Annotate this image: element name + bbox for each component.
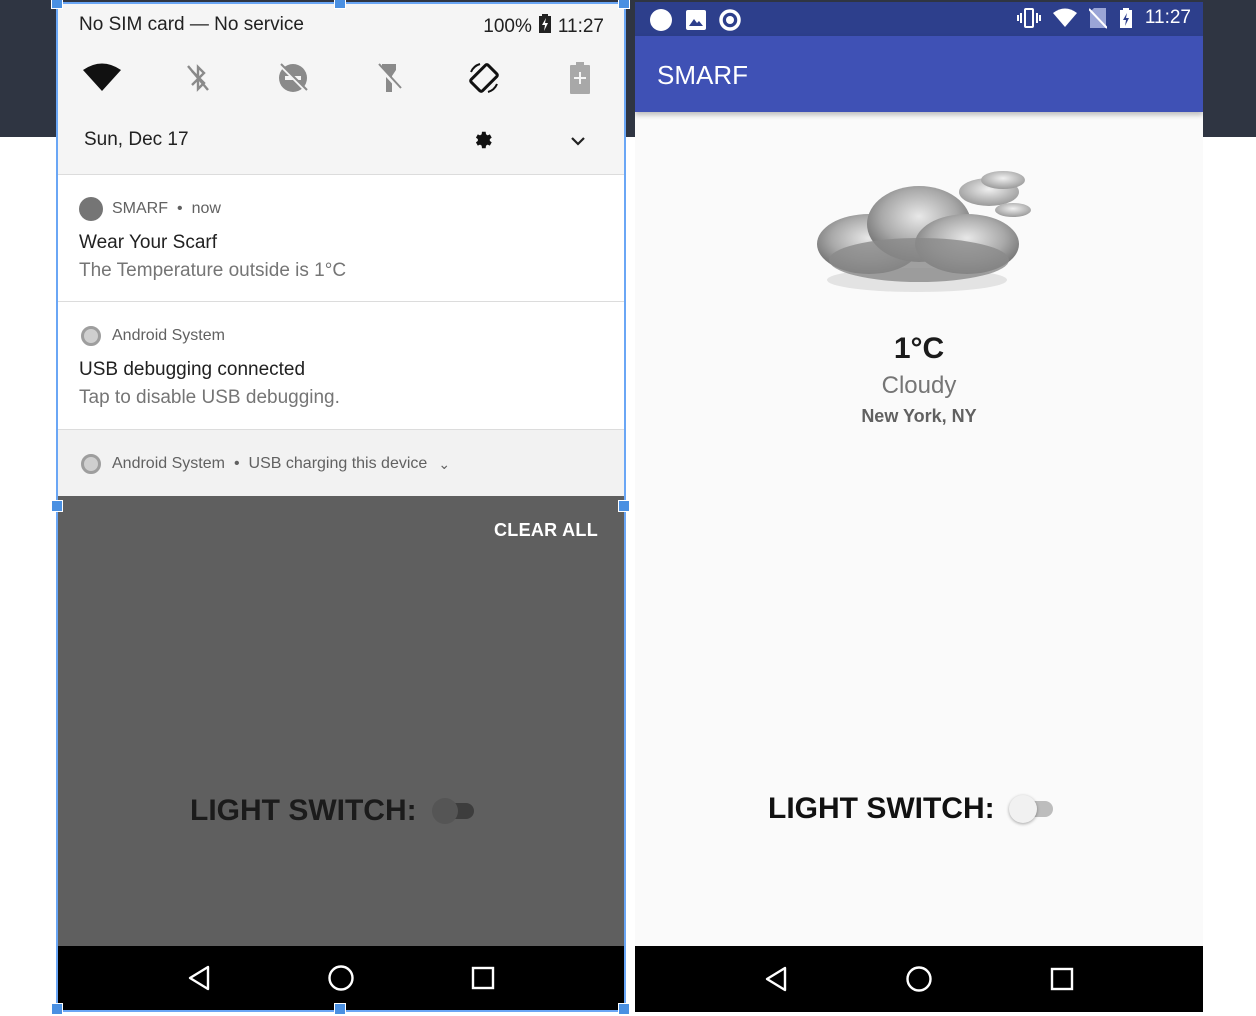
smarf-app-icon xyxy=(79,197,103,221)
expand-caret-icon[interactable]: ⌄ xyxy=(438,456,450,473)
cloudy-weather-icon xyxy=(807,152,1047,302)
quick-settings-panel: No SIM card — No service 100% 11:27 Sun,… xyxy=(58,4,624,174)
home-icon[interactable] xyxy=(903,963,935,995)
recents-icon[interactable] xyxy=(467,962,499,994)
notification-app-name: Android System xyxy=(112,455,225,472)
notification-text: The Temperature outside is 1°C xyxy=(79,260,347,281)
status-bar: 11:27 xyxy=(635,2,1203,36)
resize-handle[interactable] xyxy=(51,500,63,512)
notification-app-name: SMARF xyxy=(112,200,168,217)
notification-usb-charging[interactable]: Android System • USB charging this devic… xyxy=(58,429,624,496)
resize-handle[interactable] xyxy=(51,0,63,9)
notification-summary: USB charging this device xyxy=(248,455,428,472)
notification-smarf[interactable]: SMARF • now Wear Your Scarf The Temperat… xyxy=(58,174,624,301)
gear-icon[interactable] xyxy=(472,129,498,155)
date-label: Sun, Dec 17 xyxy=(84,129,189,150)
resize-handle[interactable] xyxy=(51,1003,63,1015)
vibrate-icon xyxy=(1016,8,1041,28)
notification-dot-icon xyxy=(650,9,672,31)
light-switch-toggle[interactable] xyxy=(1009,795,1055,823)
resize-handle[interactable] xyxy=(618,0,630,9)
separator-dot: • xyxy=(177,200,183,217)
separator-dot: • xyxy=(233,455,240,472)
no-sim-icon xyxy=(1088,8,1107,29)
battery-charging-icon xyxy=(1119,8,1132,28)
notification-time: now xyxy=(191,200,221,217)
temperature-label: 1°C xyxy=(893,332,945,365)
status-time: 11:27 xyxy=(557,16,604,37)
resize-handle[interactable] xyxy=(618,500,630,512)
status-time: 11:27 xyxy=(1144,7,1191,28)
notification-title: Wear Your Scarf xyxy=(79,232,218,253)
back-icon[interactable] xyxy=(183,962,215,994)
toggle-thumb xyxy=(432,798,458,824)
clear-all-button[interactable]: CLEAR ALL xyxy=(494,520,598,541)
app-title: SMARF xyxy=(657,60,748,90)
home-icon[interactable] xyxy=(325,962,357,994)
navigation-bar xyxy=(58,946,624,1010)
wifi-icon[interactable] xyxy=(80,58,124,98)
notification-text: Tap to disable USB debugging. xyxy=(79,387,340,408)
city-label: New York, NY xyxy=(861,406,977,426)
recents-icon[interactable] xyxy=(1046,963,1078,995)
smarf-app-screen: 11:27 SMARF 1°C Cloudy New York, NY LIGH… xyxy=(635,2,1203,1012)
auto-rotate-icon[interactable] xyxy=(462,58,506,98)
light-switch-label: LIGHT SWITCH: xyxy=(768,792,995,825)
bluetooth-off-icon[interactable] xyxy=(176,58,220,98)
quick-settings-tiles xyxy=(80,58,602,98)
app-bar: SMARF xyxy=(635,36,1203,112)
resize-handle[interactable] xyxy=(334,1003,346,1015)
back-icon[interactable] xyxy=(760,963,792,995)
notification-title: USB debugging connected xyxy=(79,359,306,380)
flashlight-off-icon[interactable] xyxy=(367,58,411,98)
condition-label: Cloudy xyxy=(881,372,957,399)
light-switch-toggle[interactable] xyxy=(432,797,476,824)
sync-ring-icon xyxy=(719,9,741,31)
carrier-status: No SIM card — No service xyxy=(79,14,304,35)
light-switch-label: LIGHT SWITCH: xyxy=(190,794,417,827)
image-icon xyxy=(686,10,706,30)
battery-percent: 100% xyxy=(483,16,532,37)
android-system-icon xyxy=(81,326,101,346)
toggle-thumb xyxy=(1009,795,1037,823)
resize-handle[interactable] xyxy=(334,0,346,9)
battery-saver-icon[interactable] xyxy=(558,58,602,98)
chevron-down-icon[interactable] xyxy=(568,131,592,155)
notification-shade-screen: No SIM card — No service 100% 11:27 Sun,… xyxy=(58,4,624,1010)
do-not-disturb-icon[interactable] xyxy=(271,58,315,98)
navigation-bar xyxy=(635,946,1203,1012)
resize-handle[interactable] xyxy=(618,1003,630,1015)
battery-charging-icon xyxy=(538,14,552,40)
wifi-icon xyxy=(1052,8,1077,27)
android-system-icon xyxy=(81,454,101,474)
notification-app-name: Android System xyxy=(112,327,225,344)
notification-usb-debugging[interactable]: Android System USB debugging connected T… xyxy=(58,301,624,429)
